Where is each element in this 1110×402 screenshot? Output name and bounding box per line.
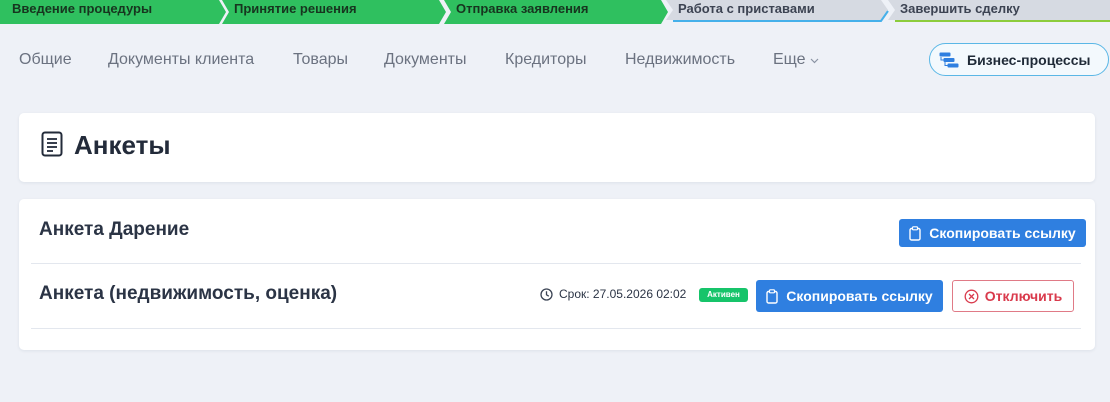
tab-more-label: Еще bbox=[773, 51, 806, 69]
disable-button[interactable]: Отключить bbox=[952, 280, 1074, 312]
tab-client-documents[interactable]: Документы клиента bbox=[108, 42, 254, 78]
tab-more[interactable]: Еще bbox=[773, 42, 819, 78]
deadline-text: Срок: 27.05.2026 02:02 bbox=[559, 287, 687, 301]
stage-label: Введение процедуры bbox=[12, 1, 153, 16]
clock-icon bbox=[540, 287, 553, 301]
status-badge: Активен bbox=[699, 288, 748, 302]
clipboard-icon bbox=[766, 288, 778, 304]
stage-label: Завершить сделку bbox=[900, 1, 1020, 16]
copy-link-button[interactable]: Скопировать ссылку bbox=[899, 219, 1086, 247]
list-item: Анкета Дарение Скопировать ссылку bbox=[31, 199, 1086, 264]
tab-general[interactable]: Общие bbox=[19, 42, 72, 78]
workflow-icon bbox=[939, 52, 959, 67]
page-title-card: Анкеты bbox=[19, 113, 1095, 182]
copy-link-label: Скопировать ссылку bbox=[929, 225, 1076, 241]
tab-creditors[interactable]: Кредиторы bbox=[505, 42, 586, 78]
stage-bailiffs[interactable]: Работа с приставами bbox=[666, 0, 892, 24]
form-title: Анкета (недвижимость, оценка) bbox=[39, 283, 338, 304]
stage-send-application[interactable]: Отправка заявления bbox=[444, 0, 670, 24]
document-icon bbox=[41, 131, 63, 162]
tab-documents[interactable]: Документы bbox=[384, 42, 466, 78]
business-processes-button[interactable]: Бизнес-процессы bbox=[929, 43, 1109, 76]
clipboard-icon bbox=[909, 225, 921, 241]
stage-complete-deal[interactable]: Завершить сделку bbox=[888, 0, 1110, 24]
page-title: Анкеты bbox=[74, 130, 171, 160]
tab-real-estate[interactable]: Недвижимость bbox=[625, 42, 735, 78]
stage-intro-procedure[interactable]: Введение процедуры bbox=[0, 0, 228, 24]
stage-label: Работа с приставами bbox=[678, 1, 815, 16]
stage-decision[interactable]: Принятие решения bbox=[222, 0, 448, 24]
stage-pipeline: Введение процедуры Принятие решения Отпр… bbox=[0, 0, 1110, 24]
deadline: Срок: 27.05.2026 02:02 bbox=[540, 285, 686, 303]
chevron-down-icon bbox=[810, 42, 819, 78]
business-processes-label: Бизнес-процессы bbox=[967, 51, 1091, 68]
copy-link-button[interactable]: Скопировать ссылку bbox=[756, 280, 943, 312]
stage-label: Отправка заявления bbox=[456, 1, 589, 16]
disable-label: Отключить bbox=[984, 288, 1063, 304]
copy-link-label: Скопировать ссылку bbox=[786, 288, 933, 304]
stage-label: Принятие решения bbox=[234, 1, 357, 16]
form-title: Анкета Дарение bbox=[39, 219, 190, 240]
tab-goods[interactable]: Товары bbox=[293, 42, 348, 78]
forms-list-card: Анкета Дарение Скопировать ссылку Анкета… bbox=[19, 199, 1095, 350]
close-circle-icon bbox=[964, 289, 979, 303]
